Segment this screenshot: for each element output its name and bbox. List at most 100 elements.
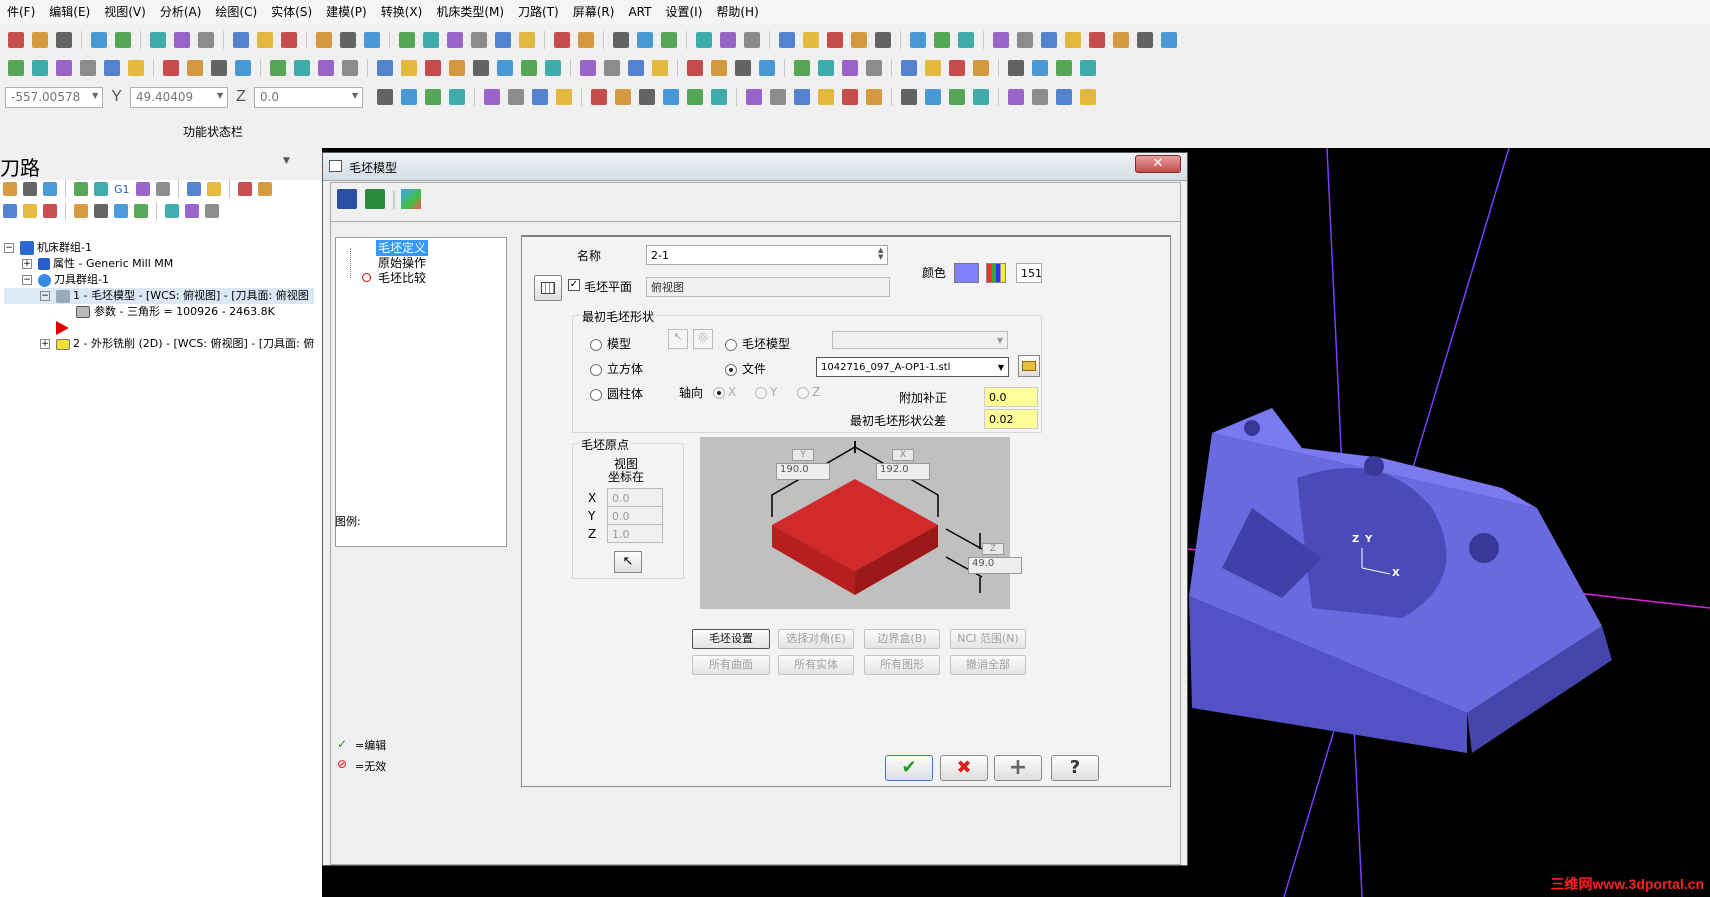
toolbar-tool-icon[interactable]	[925, 60, 941, 76]
cancel-button[interactable]: ✖	[940, 755, 988, 781]
toolbar-tool-icon[interactable]	[744, 32, 760, 48]
toolbar-tool-icon[interactable]	[155, 182, 170, 196]
axis-x-radio[interactable]: X	[713, 385, 736, 399]
color-swatch[interactable]	[954, 263, 979, 283]
g1-code-button[interactable]: G1	[114, 183, 130, 196]
toolbar-tool-icon[interactable]	[364, 32, 380, 48]
toolbar-tool-icon[interactable]	[949, 60, 965, 76]
x-dim-field[interactable]: 192.0	[876, 463, 930, 480]
tree-item-machine-group[interactable]: − 机床群组-1	[4, 240, 314, 256]
toolbar-tool-icon[interactable]	[710, 89, 727, 105]
nav-item-source-ops[interactable]: 原始操作	[378, 255, 426, 271]
axis-y-radio[interactable]: Y	[755, 385, 777, 399]
toolbar-tool-icon[interactable]	[206, 182, 221, 196]
menu-item-9[interactable]: 刀路(T)	[511, 0, 566, 24]
nci-range-button[interactable]: NCI 范围(N)	[950, 629, 1026, 649]
menu-item-11[interactable]: ART	[621, 0, 658, 24]
toolbar-tool-icon[interactable]	[94, 182, 108, 196]
toolbar-tool-icon[interactable]	[198, 32, 214, 48]
menu-item-3[interactable]: 分析(A)	[153, 0, 209, 24]
toolbar-tool-icon[interactable]	[948, 89, 965, 105]
toolbar-tool-icon[interactable]	[237, 182, 252, 196]
tree-item-properties[interactable]: + 属性 - Generic Mill MM	[4, 256, 314, 272]
toolbar-tool-icon[interactable]	[56, 60, 72, 76]
toolbar-tool-icon[interactable]	[423, 32, 439, 48]
toolbar-tool-icon[interactable]	[554, 32, 570, 48]
toolbar-tool-icon[interactable]	[580, 60, 596, 76]
toolbar-tool-icon[interactable]	[257, 182, 272, 196]
toolbar-tool-icon[interactable]	[910, 32, 926, 48]
toolbar-tool-icon[interactable]	[497, 60, 513, 76]
cylinder-radio[interactable]: 圆柱体	[590, 385, 643, 402]
toolbar-tool-icon[interactable]	[818, 60, 834, 76]
toolbar-tool-icon[interactable]	[735, 60, 751, 76]
insert-arrow[interactable]	[4, 320, 314, 336]
toolbar-tool-icon[interactable]	[637, 32, 653, 48]
toolbar-tool-icon[interactable]	[165, 204, 179, 218]
menu-item-10[interactable]: 屏幕(R)	[566, 0, 622, 24]
toolbar-tool-icon[interactable]	[507, 89, 524, 105]
menu-item-13[interactable]: 帮助(H)	[709, 0, 765, 24]
toolbar-tool-icon[interactable]	[56, 32, 72, 48]
toolbar-tool-icon[interactable]	[376, 89, 393, 105]
toolbar-tool-icon[interactable]	[495, 32, 511, 48]
tree-item-tool-group[interactable]: − 刀具群组-1	[4, 272, 314, 288]
dialog-titlebar[interactable]: 毛坯模型 ✕	[323, 153, 1187, 181]
help-button[interactable]: ?	[1051, 755, 1099, 781]
toolbar-tool-icon[interactable]	[545, 60, 561, 76]
toolbar-tool-icon[interactable]	[613, 32, 629, 48]
tree-item-contour[interactable]: +2 - 外形铣削 (2D) - [WCS: 俯视图] - [刀具面: 俯	[4, 336, 314, 352]
toolbar-tool-icon[interactable]	[793, 89, 810, 105]
toolbar-tool-icon[interactable]	[316, 32, 332, 48]
toolbar-tool-icon[interactable]	[94, 204, 108, 218]
all-entities-button[interactable]: 所有图形	[864, 655, 940, 675]
x-coordinate-field[interactable]: -557.00578 ▼	[5, 86, 104, 108]
toolbar-tool-icon[interactable]	[521, 60, 537, 76]
tree-item-parameters[interactable]: 参数 - 三角形 = 100926 - 2463.8K	[4, 304, 314, 320]
menu-item-12[interactable]: 设置(I)	[658, 0, 709, 24]
select-model-arrow-button[interactable]: ↖	[668, 329, 688, 349]
origin-x-input[interactable]: 0.0	[607, 488, 663, 507]
toolbar-tool-icon[interactable]	[233, 32, 249, 48]
toolbar-tool-icon[interactable]	[3, 204, 17, 218]
toolbar-tool-icon[interactable]	[187, 60, 203, 76]
color-picker-icon[interactable]	[986, 263, 1006, 283]
toolbar-tool-icon[interactable]	[555, 89, 572, 105]
all-surfaces-button[interactable]: 所有曲面	[692, 655, 770, 675]
toolbar-tool-icon[interactable]	[43, 204, 57, 218]
toolbar-tool-icon[interactable]	[1113, 32, 1129, 48]
toolbar-tool-icon[interactable]	[1008, 60, 1024, 76]
toolbar-tool-icon[interactable]	[205, 204, 219, 218]
toolbar-tool-icon[interactable]	[270, 60, 286, 76]
nav-item-stock-compare[interactable]: 毛坯比较	[378, 270, 426, 286]
plane-select-button[interactable]	[534, 275, 562, 301]
model-radio[interactable]: 模型	[590, 335, 631, 352]
toolbar-tool-icon[interactable]	[973, 60, 989, 76]
toolbar-tool-icon[interactable]	[448, 89, 465, 105]
open-file-button[interactable]	[1018, 355, 1040, 377]
extra-offset-input[interactable]: 0.0	[984, 387, 1038, 407]
color-number-field[interactable]: 151	[1016, 263, 1042, 283]
toolbar-tool-icon[interactable]	[604, 60, 620, 76]
toolbar-tool-icon[interactable]	[769, 89, 786, 105]
toolbar-tool-icon[interactable]	[686, 89, 703, 105]
toolbar-tool-icon[interactable]	[294, 60, 310, 76]
toolbar-tool-icon[interactable]	[1007, 89, 1024, 105]
pick-origin-button[interactable]: ↖	[614, 551, 642, 573]
toolbar-tool-icon[interactable]	[803, 32, 819, 48]
toolbar-tool-icon[interactable]	[687, 60, 703, 76]
toolbar-tool-icon[interactable]	[424, 89, 441, 105]
spin-icon[interactable]: ▲ ▼	[878, 247, 883, 261]
all-solids-button[interactable]: 所有实体	[778, 655, 854, 675]
tree-item-stock-model[interactable]: −1 - 毛坯模型 - [WCS: 俯视图] - [刀具面: 俯视图	[4, 288, 315, 304]
origin-z-input[interactable]: 1.0	[607, 524, 663, 543]
toolbar-tool-icon[interactable]	[211, 60, 227, 76]
tolerance-input[interactable]: 0.02	[984, 409, 1038, 429]
toolbar-tool-icon[interactable]	[578, 32, 594, 48]
toolbar-tool-icon[interactable]	[827, 32, 843, 48]
toolbar-tool-icon[interactable]	[1031, 89, 1048, 105]
toolbar-tool-icon[interactable]	[1161, 32, 1177, 48]
toolbar-tool-icon[interactable]	[1089, 32, 1105, 48]
toolbar-tool-icon[interactable]	[628, 60, 644, 76]
toolbar-tool-icon[interactable]	[401, 60, 417, 76]
